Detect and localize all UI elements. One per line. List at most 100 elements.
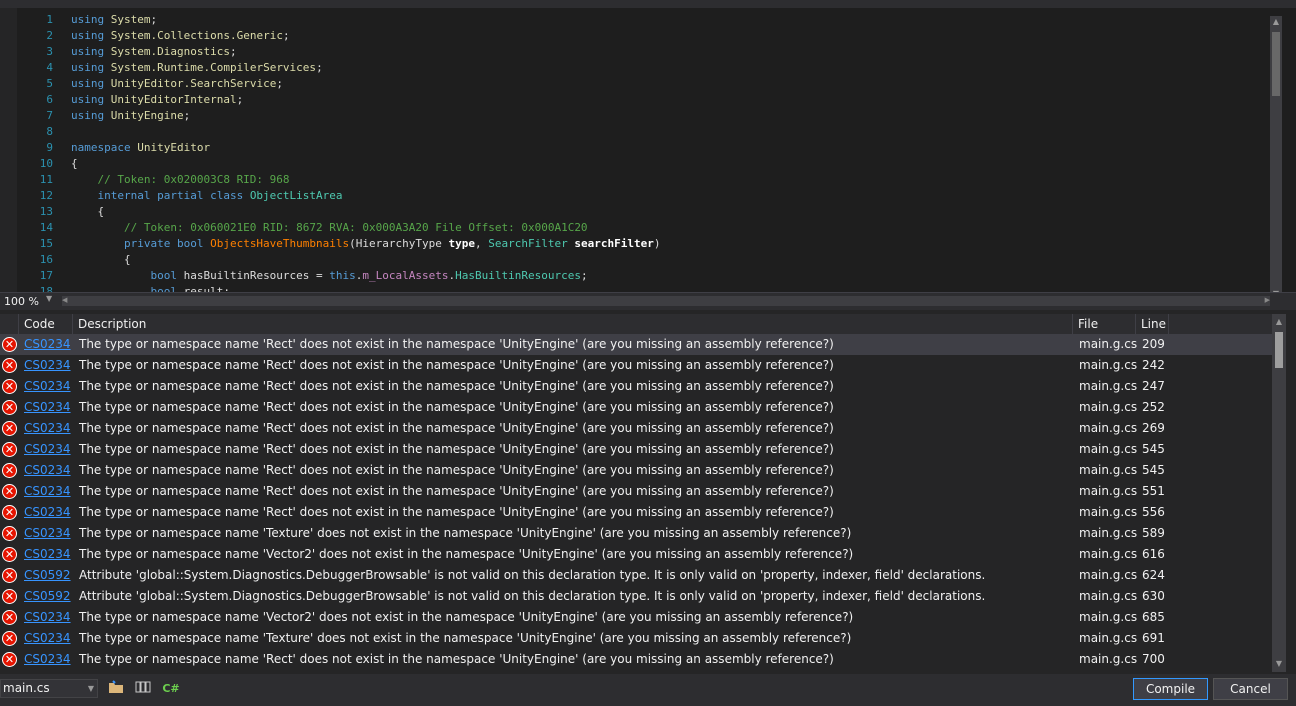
header-description[interactable]: Description: [73, 314, 1073, 334]
scroll-up-arrow-icon[interactable]: ▲: [1270, 16, 1282, 28]
error-code-link[interactable]: CS0234: [24, 544, 71, 565]
error-file: main.g.cs: [1079, 463, 1138, 477]
error-row[interactable]: ✕ CS0234 The type or namespace name 'Textu…: [0, 628, 1272, 649]
error-icon: ✕: [2, 652, 17, 667]
error-row[interactable]: ✕ CS0592 Attribute 'global::System.Diagnos…: [0, 565, 1272, 586]
code-token: ): [653, 237, 661, 250]
error-row[interactable]: ✕ CS0234 The type or namespace name 'Rect'…: [0, 376, 1272, 397]
error-code-link[interactable]: CS0234: [24, 502, 71, 523]
error-code-link[interactable]: CS0234: [24, 397, 71, 418]
file-selector[interactable]: main.cs ▼: [0, 679, 98, 698]
error-icon: ✕: [2, 526, 17, 541]
error-scroll-thumb[interactable]: [1275, 332, 1283, 368]
code-text: // Token: 0x020003C8 RID: 968: [71, 172, 289, 188]
error-code-link[interactable]: CS0592: [24, 565, 71, 586]
code-token: namespace: [71, 141, 138, 154]
editor-vertical-scrollbar[interactable]: ▲ ▼: [1270, 16, 1282, 292]
error-row[interactable]: ✕ CS0234 The type or namespace name 'Rect'…: [0, 397, 1272, 418]
compile-button[interactable]: Compile: [1133, 678, 1208, 700]
references-icon[interactable]: [134, 680, 152, 698]
header-line[interactable]: Line: [1136, 314, 1169, 334]
code-token: UnityEditorInternal: [110, 93, 237, 106]
error-file: main.g.cs: [1079, 526, 1138, 540]
error-line: 545: [1142, 442, 1165, 456]
error-code-link[interactable]: CS0234: [24, 607, 71, 628]
error-code-link[interactable]: CS0234: [24, 355, 71, 376]
zoom-dropdown-icon[interactable]: ▼: [46, 294, 52, 303]
error-row[interactable]: ✕ CS0234 The type or namespace name 'Vecto…: [0, 544, 1272, 565]
error-row[interactable]: ✕ CS0234 The type or namespace name 'Vecto…: [0, 607, 1272, 628]
code-token: using: [71, 61, 111, 74]
code-token: internal partial class: [71, 189, 250, 202]
code-line: 2 using System.Collections.Generic;: [17, 28, 1270, 44]
header-file[interactable]: File: [1073, 314, 1136, 334]
error-row[interactable]: ✕ CS0234 The type or namespace name 'Rect'…: [0, 481, 1272, 502]
error-list-scrollbar[interactable]: ▲ ▼: [1272, 314, 1286, 672]
file-selector-value: main.cs: [3, 681, 50, 695]
open-folder-icon[interactable]: [107, 680, 125, 698]
scroll-right-arrow-icon[interactable]: ▶: [1265, 296, 1270, 304]
csharp-icon[interactable]: C#: [162, 680, 180, 698]
code-token: System: [110, 13, 151, 26]
scroll-down-arrow-icon[interactable]: ▼: [1272, 658, 1286, 670]
scroll-up-arrow-icon[interactable]: ▲: [1272, 316, 1286, 328]
error-row[interactable]: ✕ CS0234 The type or namespace name 'Rect'…: [0, 334, 1272, 355]
editor-horizontal-scrollbar[interactable]: ◀ ▶: [62, 296, 1270, 306]
error-row[interactable]: ✕ CS0234 The type or namespace name 'Textu…: [0, 523, 1272, 544]
error-row[interactable]: ✕ CS0234 The type or namespace name 'Rect'…: [0, 439, 1272, 460]
code-text: internal partial class ObjectListArea: [71, 188, 342, 204]
error-code-link[interactable]: CS0234: [24, 628, 71, 649]
line-number: 8: [46, 125, 53, 138]
code-editor[interactable]: 1 using System; 2 using System.Collections.…: [0, 8, 1296, 292]
error-description: Attribute 'global::System.Diagnostics.De…: [79, 589, 986, 603]
error-code-link[interactable]: CS0592: [24, 586, 71, 607]
code-text: using System.Runtime.CompilerServices;: [71, 60, 323, 76]
code-line: 6 using UnityEditorInternal;: [17, 92, 1270, 108]
code-line: 12 internal partial class ObjectListArea: [17, 188, 1270, 204]
code-token: bool: [71, 269, 184, 282]
line-number: 10: [39, 157, 53, 170]
error-description: The type or namespace name 'Texture' doe…: [79, 526, 852, 540]
error-line: 685: [1142, 610, 1165, 624]
code-token: this: [329, 269, 356, 282]
line-number: 6: [46, 93, 53, 106]
error-icon: ✕: [2, 337, 17, 352]
error-code-link[interactable]: CS0234: [24, 334, 71, 355]
error-code-link[interactable]: CS0234: [24, 481, 71, 502]
code-token: (HierarchyType: [349, 237, 449, 250]
error-file: main.g.cs: [1079, 421, 1138, 435]
line-number: 15: [39, 237, 53, 250]
code-token: {: [71, 157, 78, 170]
code-token: ;: [276, 77, 283, 90]
error-row[interactable]: ✕ CS0234 The type or namespace name 'Rect'…: [0, 502, 1272, 523]
error-code-link[interactable]: CS0234: [24, 376, 71, 397]
cancel-button[interactable]: Cancel: [1213, 678, 1288, 700]
error-code-link[interactable]: CS0234: [24, 418, 71, 439]
zoom-level[interactable]: 100 %: [4, 295, 39, 308]
error-line: 691: [1142, 631, 1165, 645]
error-code-link[interactable]: CS0234: [24, 523, 71, 544]
error-description: The type or namespace name 'Rect' does n…: [79, 505, 834, 519]
error-code-link[interactable]: CS0234: [24, 649, 71, 670]
code-token: using: [71, 13, 111, 26]
error-line: 269: [1142, 421, 1165, 435]
error-row[interactable]: ✕ CS0234 The type or namespace name 'Rect'…: [0, 649, 1272, 670]
line-number: 11: [39, 173, 53, 186]
chevron-down-icon[interactable]: ▼: [88, 680, 94, 697]
editor-scroll-thumb[interactable]: [1272, 32, 1280, 96]
error-icon: ✕: [2, 442, 17, 457]
line-number: 9: [46, 141, 53, 154]
error-file: main.g.cs: [1079, 358, 1138, 372]
error-icon: ✕: [2, 379, 17, 394]
error-row[interactable]: ✕ CS0592 Attribute 'global::System.Diagnos…: [0, 586, 1272, 607]
error-row[interactable]: ✕ CS0234 The type or namespace name 'Rect'…: [0, 418, 1272, 439]
error-description: The type or namespace name 'Rect' does n…: [79, 442, 834, 456]
scroll-left-arrow-icon[interactable]: ◀: [62, 296, 67, 304]
header-code[interactable]: Code: [19, 314, 73, 334]
error-row[interactable]: ✕ CS0234 The type or namespace name 'Rect'…: [0, 460, 1272, 481]
error-code-link[interactable]: CS0234: [24, 460, 71, 481]
error-description: The type or namespace name 'Vector2' doe…: [79, 610, 854, 624]
code-token: using: [71, 109, 111, 122]
error-code-link[interactable]: CS0234: [24, 439, 71, 460]
error-row[interactable]: ✕ CS0234 The type or namespace name 'Rect'…: [0, 355, 1272, 376]
